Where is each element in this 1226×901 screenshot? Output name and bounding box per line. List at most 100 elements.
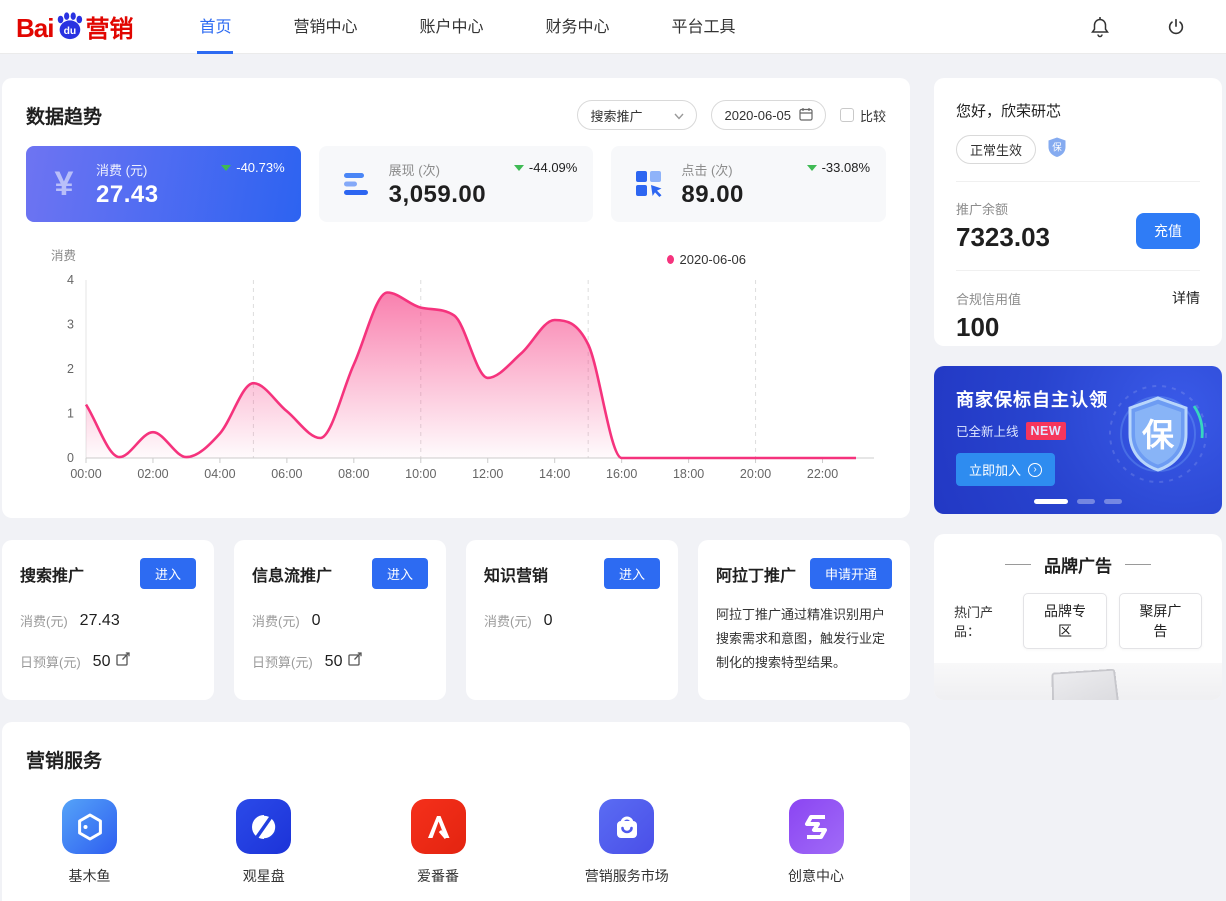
credit-value: 100 — [956, 312, 1200, 343]
carousel-dot-2[interactable] — [1077, 499, 1095, 504]
consumption-trend-chart: 0123400:0002:0004:0006:0008:0010:0012:00… — [26, 246, 886, 491]
stat-card-clicks[interactable]: 点击 (次) 89.00 -33.08% — [611, 146, 886, 222]
credit-label: 合规信用值 — [956, 289, 1021, 308]
account-greeting: 您好，欣荣研芯 — [956, 100, 1200, 121]
date-value: 2020-06-05 — [724, 108, 791, 123]
date-picker[interactable]: 2020-06-05 — [711, 100, 826, 130]
calendar-icon — [799, 107, 813, 124]
stat-label: 消费 (元) — [96, 160, 159, 179]
delta-down-icon — [514, 165, 524, 171]
product-card-aladdin-promotion: 阿拉丁推广 申请开通 阿拉丁推广通过精准识别用户搜索需求和意图，触发行业定制化的… — [698, 540, 910, 700]
apply-button[interactable]: 申请开通 — [810, 558, 892, 589]
nav-item-home[interactable]: 首页 — [197, 0, 233, 54]
notification-bell-icon[interactable] — [1090, 16, 1110, 38]
consume-label: 消费(元) — [484, 611, 532, 630]
svg-text:2: 2 — [67, 362, 74, 376]
svg-text:1: 1 — [67, 407, 74, 421]
join-now-button[interactable]: 立即加入 › — [956, 453, 1055, 486]
logo-bai-text: Bai — [16, 13, 53, 44]
compare-label: 比较 — [860, 106, 886, 125]
page-content: 数据趋势 搜索推广 2020-06-05 — [0, 54, 1226, 901]
app-marketing-service-market[interactable]: 营销服务市场 — [585, 799, 669, 886]
delta-down-icon — [807, 165, 817, 171]
chart-legend[interactable]: 2020-06-06 — [667, 252, 747, 267]
product-title: 信息流推广 — [252, 562, 332, 586]
app-creative-center[interactable]: 创意中心 — [788, 799, 844, 886]
stat-card-impressions[interactable]: 展现 (次) 3,059.00 -44.09% — [319, 146, 594, 222]
jimuyu-icon — [62, 799, 117, 854]
guanxingpan-icon — [236, 799, 291, 854]
svg-text:16:00: 16:00 — [606, 467, 637, 481]
stat-delta: -33.08% — [822, 160, 870, 175]
nav-item-finance-center[interactable]: 财务中心 — [544, 0, 612, 54]
svg-text:4: 4 — [67, 273, 74, 287]
decorative-dash — [1125, 564, 1151, 565]
aifanfan-icon — [411, 799, 466, 854]
top-nav-bar: Bai du 营销 首页 营销中心 账户中心 财务中心 平台工具 — [0, 0, 1226, 54]
logout-power-icon[interactable] — [1166, 16, 1186, 38]
svg-text:du: du — [64, 26, 77, 37]
svg-text:12:00: 12:00 — [472, 467, 503, 481]
legend-dot-icon — [667, 255, 674, 264]
banner-subtitle: 已全新上线 — [956, 421, 1019, 440]
nav-item-platform-tools[interactable]: 平台工具 — [670, 0, 738, 54]
compare-checkbox[interactable] — [840, 108, 854, 122]
clicks-cursor-icon — [629, 171, 669, 197]
recharge-button[interactable]: 充值 — [1136, 213, 1200, 249]
consume-label: 消费(元) — [20, 611, 68, 630]
credit-detail-link[interactable]: 详情 — [1172, 288, 1200, 308]
arrow-right-icon: › — [1028, 463, 1042, 477]
brand-zone-button[interactable]: 品牌专区 — [1023, 593, 1106, 649]
budget-label: 日预算(元) — [252, 652, 313, 671]
app-label: 观星盘 — [243, 866, 285, 886]
protection-shield-icon[interactable]: 保 — [1046, 136, 1068, 163]
svg-text:02:00: 02:00 — [137, 467, 168, 481]
svg-text:0: 0 — [67, 451, 74, 465]
product-description: 阿拉丁推广通过精准识别用户搜索需求和意图，触发行业定制化的搜索特型结果。 — [716, 603, 892, 675]
screen-ads-button[interactable]: 聚屏广告 — [1119, 593, 1202, 649]
consume-value: 0 — [312, 612, 321, 630]
svg-text:消费: 消费 — [51, 249, 76, 263]
carousel-dot-1[interactable] — [1034, 499, 1068, 504]
consume-value: 0 — [544, 612, 553, 630]
decorative-dash — [1005, 564, 1031, 565]
creative-center-icon — [789, 799, 844, 854]
carousel-dot-3[interactable] — [1104, 499, 1122, 504]
consume-value: 27.43 — [80, 612, 120, 630]
app-aifanfan[interactable]: 爱番番 — [411, 799, 466, 886]
banner-shield-icon: 保 — [1106, 382, 1210, 491]
main-nav: 首页 营销中心 账户中心 财务中心 平台工具 — [197, 0, 737, 54]
svg-text:00:00: 00:00 — [70, 467, 101, 481]
nav-item-account-center[interactable]: 账户中心 — [418, 0, 486, 54]
enter-button[interactable]: 进入 — [604, 558, 660, 589]
nav-item-marketing-center[interactable]: 营销中心 — [291, 0, 359, 54]
product-title: 搜索推广 — [20, 562, 84, 586]
promo-banner[interactable]: 商家保标自主认领 已全新上线 NEW 立即加入 › 保 — [934, 366, 1222, 514]
budget-value: 50 — [325, 653, 343, 671]
product-select-dropdown[interactable]: 搜索推广 — [577, 100, 697, 130]
svg-text:20:00: 20:00 — [740, 467, 771, 481]
svg-text:06:00: 06:00 — [271, 467, 302, 481]
svg-text:10:00: 10:00 — [405, 467, 436, 481]
baidu-marketing-logo[interactable]: Bai du 营销 — [16, 9, 133, 44]
legend-label: 2020-06-06 — [680, 252, 747, 267]
svg-text:08:00: 08:00 — [338, 467, 369, 481]
product-title: 阿拉丁推广 — [716, 562, 796, 586]
impressions-bars-icon — [337, 171, 377, 197]
service-market-bag-icon — [599, 799, 654, 854]
edit-budget-icon[interactable] — [348, 652, 362, 671]
divider — [956, 181, 1200, 182]
enter-button[interactable]: 进入 — [372, 558, 428, 589]
product-select-value: 搜索推广 — [590, 106, 642, 125]
stat-card-consumption[interactable]: ¥ 消费 (元) 27.43 -40.73% — [26, 146, 301, 222]
enter-button[interactable]: 进入 — [140, 558, 196, 589]
app-jimuyu[interactable]: 基木鱼 — [62, 799, 117, 886]
laptop-image — [934, 663, 1222, 700]
stat-label: 展现 (次) — [389, 160, 486, 179]
app-guanxingpan[interactable]: 观星盘 — [236, 799, 291, 886]
brand-ads-title: 品牌广告 — [1044, 552, 1112, 577]
marketing-services-card: 营销服务 基木鱼 — [2, 722, 910, 901]
chevron-down-icon — [674, 108, 684, 123]
edit-budget-icon[interactable] — [116, 652, 130, 671]
trend-title: 数据趋势 — [26, 102, 102, 129]
